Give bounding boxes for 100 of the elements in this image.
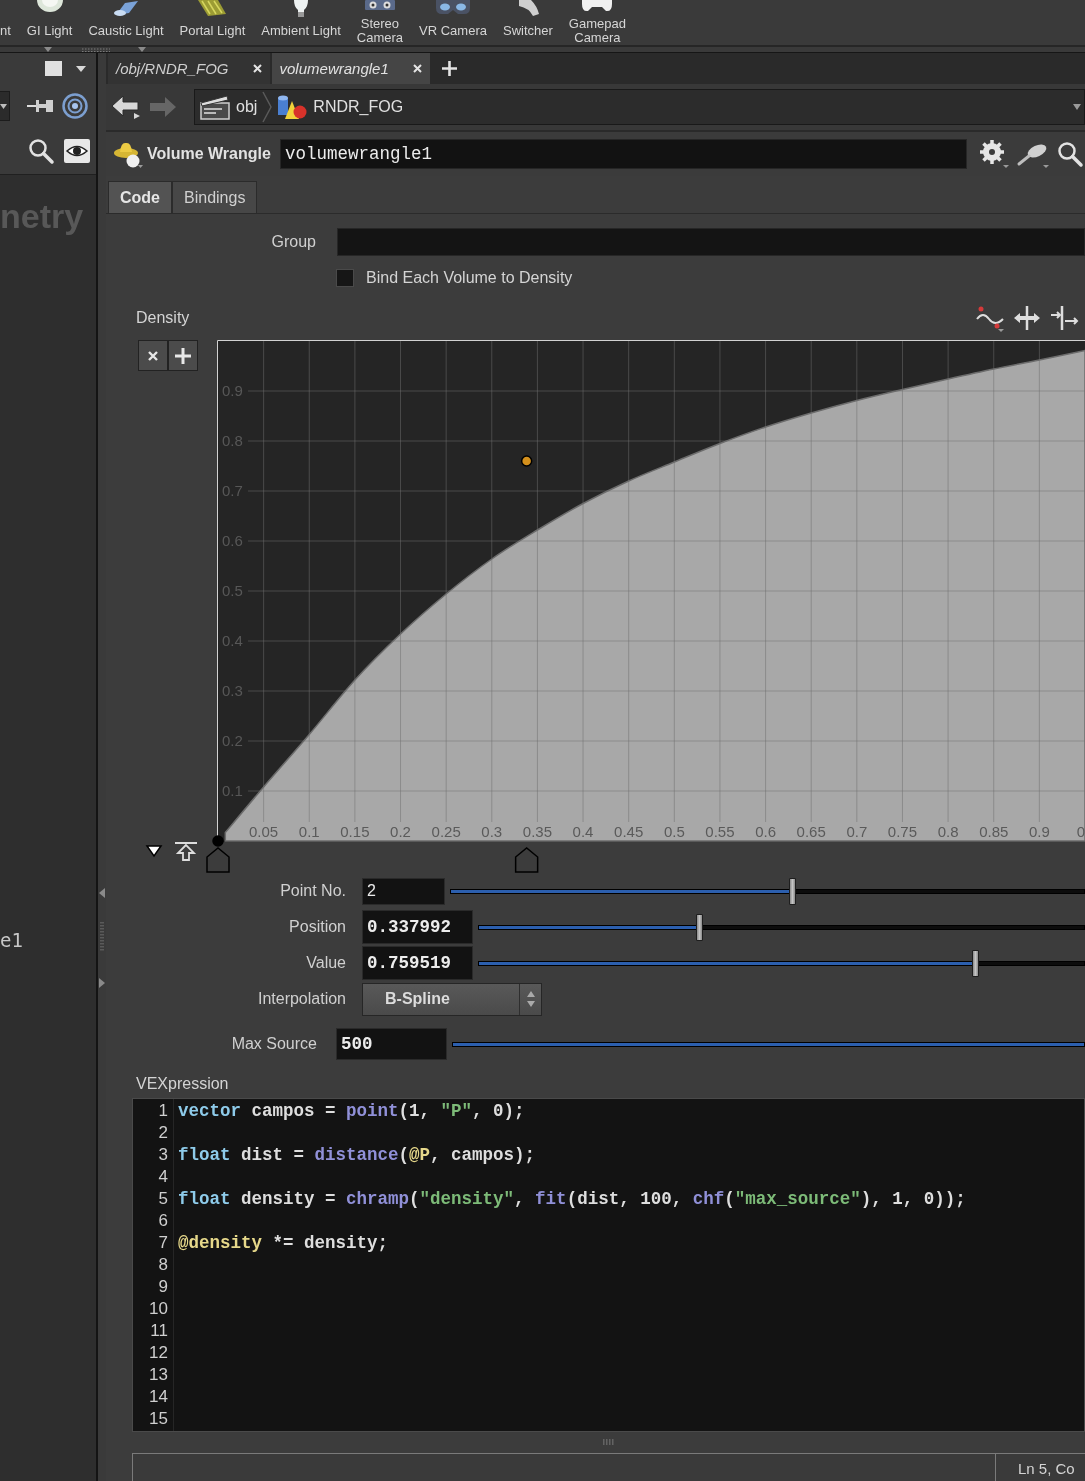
- value-field[interactable]: 0.759519: [362, 946, 473, 980]
- shelf-tool[interactable]: VR Camera: [419, 0, 487, 45]
- pin-icon[interactable]: [27, 97, 53, 115]
- parameter-tab[interactable]: Code: [108, 181, 172, 213]
- add-point-button[interactable]: [168, 340, 198, 371]
- dropdown[interactable]: B-Spline: [362, 982, 542, 1016]
- slider-thumb[interactable]: [788, 877, 796, 905]
- headset-icon: [436, 0, 470, 14]
- cursor-position: Ln 5, Co: [995, 1453, 1085, 1481]
- ramp-label: Density: [136, 309, 190, 327]
- param-label: Max Source: [230, 1035, 317, 1053]
- axis-tick-label: 0.25: [431, 823, 461, 840]
- line-number: 11: [150, 1321, 168, 1340]
- curved-band-icon: [516, 0, 539, 16]
- chevron-icon: [262, 92, 273, 122]
- axis-tick-label: 0.65: [796, 823, 826, 840]
- group-field[interactable]: [337, 228, 1085, 256]
- grip-icon: [82, 47, 110, 52]
- back-arrow-icon[interactable]: [112, 95, 140, 119]
- plus-icon[interactable]: [441, 61, 457, 76]
- close-icon: [148, 350, 158, 361]
- shelf-tool[interactable]: Switcher: [502, 0, 553, 45]
- path-crumb[interactable]: RNDR_FOG: [277, 95, 404, 119]
- param-label: Interpolation: [256, 990, 346, 1008]
- remove-point-button[interactable]: [138, 340, 168, 371]
- caret-icon[interactable]: [76, 65, 86, 72]
- node-label: e1: [0, 929, 23, 951]
- slider[interactable]: [478, 913, 1085, 941]
- slider-thumb[interactable]: [972, 949, 980, 977]
- param-label: Point No.: [279, 882, 346, 900]
- value-field[interactable]: 500: [336, 1028, 447, 1060]
- axis-tick-label: 0.85: [979, 823, 1009, 840]
- ramp-key-handle[interactable]: [514, 847, 539, 873]
- axis-tick-label: 0.15: [340, 823, 370, 840]
- left-arrow-icon[interactable]: [99, 888, 105, 898]
- arrow-up-bar-icon[interactable]: [174, 841, 198, 861]
- shelf-tool[interactable]: Ambient Light: [261, 0, 341, 45]
- pane-tab[interactable]: /obj/RNDR_FOG: [108, 53, 270, 84]
- ramp-key-handle[interactable]: [206, 847, 230, 873]
- axis-tick-label: 0.6: [755, 823, 776, 840]
- pane-tab[interactable]: volumewrangle1: [271, 53, 430, 84]
- grip-icon[interactable]: [602, 1439, 615, 1445]
- axis-tick-label: 0: [1076, 823, 1085, 840]
- slider-thumb[interactable]: [696, 913, 704, 941]
- line-number: 13: [149, 1365, 168, 1384]
- right-arrow-icon[interactable]: [99, 978, 105, 988]
- line-number: 4: [158, 1167, 168, 1186]
- axis-tick-label: 0.8: [937, 823, 959, 840]
- param-label: Group: [270, 233, 316, 251]
- axis-tick-label: 0.3: [481, 823, 503, 840]
- split-arrows-icon[interactable]: [1050, 305, 1078, 331]
- close-icon[interactable]: [252, 64, 262, 73]
- checkbox-label: Bind Each Volume to Density: [366, 268, 573, 287]
- curve-icon[interactable]: [976, 304, 1004, 332]
- axis-tick-label: 0.4: [572, 823, 594, 840]
- slider[interactable]: [478, 949, 1085, 977]
- triangle-down-icon[interactable]: [146, 845, 162, 857]
- line-number: 2: [158, 1123, 168, 1142]
- node-type-label: Volume Wrangle: [147, 145, 271, 163]
- close-icon[interactable]: [412, 64, 422, 73]
- value-field[interactable]: 0.337992: [362, 910, 473, 944]
- parameter-tab[interactable]: Bindings: [172, 181, 258, 213]
- gamepad-icon: [582, 0, 613, 12]
- grip-icon[interactable]: [100, 922, 104, 952]
- shelf-tool[interactable]: Portal Light: [179, 0, 246, 45]
- shelf-tool[interactable]: Stereo Camera: [356, 0, 404, 45]
- shelf-tool[interactable]: Caustic Light: [88, 0, 164, 45]
- target-icon[interactable]: [62, 93, 88, 119]
- param-label: Position: [288, 918, 346, 936]
- caret-icon: [0, 103, 7, 109]
- line-number: 6: [158, 1211, 168, 1230]
- name-field[interactable]: volumewrangle1: [279, 139, 967, 169]
- axis-tick-label: 0.55: [705, 823, 735, 840]
- shelf-tool[interactable]: GI Light: [26, 0, 73, 45]
- shelf-tool[interactable]: nt: [0, 0, 11, 45]
- flip-arrows-icon[interactable]: [1013, 305, 1041, 331]
- line-number: 3: [158, 1145, 168, 1164]
- hat-icon[interactable]: [113, 140, 143, 168]
- eye-icon[interactable]: [64, 139, 90, 163]
- shelf-tool[interactable]: Gamepad Camera: [568, 0, 626, 45]
- plus-icon: [175, 347, 191, 364]
- caret-icon[interactable]: [1073, 104, 1081, 110]
- line-number: 12: [149, 1343, 168, 1362]
- checkbox[interactable]: [336, 268, 354, 287]
- up-down-arrows-icon: [526, 991, 535, 1007]
- clapperboard-icon: [200, 94, 230, 120]
- param-label: Value: [305, 954, 346, 972]
- search-icon[interactable]: [1056, 141, 1083, 167]
- axis-tick-label: 0.2: [390, 823, 411, 840]
- axis-tick-label: 0.45: [614, 823, 644, 840]
- search-icon[interactable]: [28, 138, 54, 164]
- spotlight-icon: [112, 0, 139, 16]
- ramp-point[interactable]: [520, 455, 533, 467]
- dropdown-button[interactable]: [0, 91, 10, 121]
- path-crumb[interactable]: obj: [200, 94, 258, 120]
- light-bulb-icon: [294, 0, 309, 17]
- code-editor[interactable]: [132, 1098, 1085, 1432]
- value-field[interactable]: 2: [362, 877, 445, 905]
- gear-icon[interactable]: [978, 139, 1009, 169]
- slider[interactable]: [450, 877, 1085, 905]
